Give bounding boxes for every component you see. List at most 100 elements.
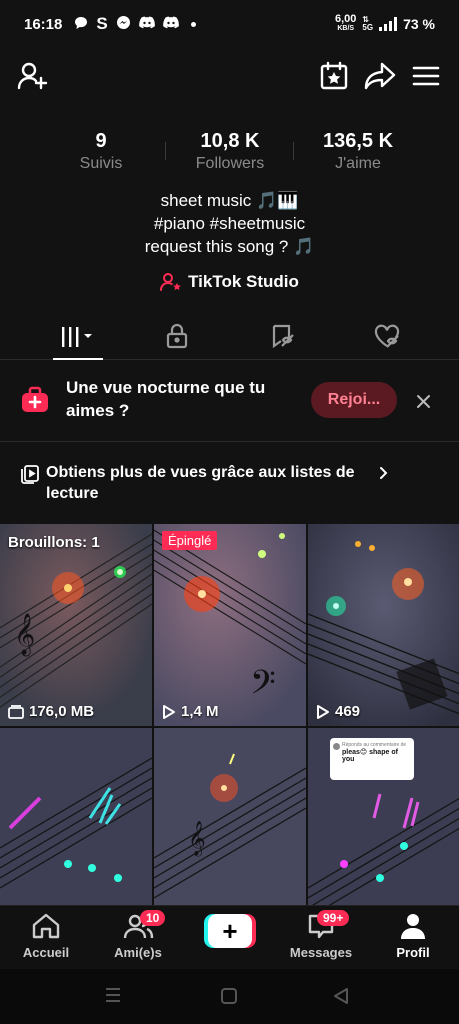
video-thumbnail[interactable]: 𝄢 Épinglé 1,4 M	[154, 524, 306, 726]
play-icon	[317, 704, 329, 719]
video-stat: 1,4 M	[162, 703, 219, 720]
net-speed-value: 6,00	[334, 13, 357, 25]
net-speed-unit: KB/S	[337, 25, 355, 32]
chevron-right-icon	[378, 466, 388, 485]
toolbox-icon	[20, 386, 50, 419]
sheet-music-thumbnail	[308, 524, 459, 726]
likes-count: 136,5 K	[322, 130, 394, 152]
profile-top-actions	[0, 56, 459, 100]
bio-line: request this song ? 🎵	[144, 237, 315, 256]
draft-icon	[8, 704, 24, 719]
svg-text:𝄞: 𝄞	[14, 613, 35, 656]
likes-stat[interactable]: 136,5 K J'aime	[288, 130, 428, 173]
sheet-music-thumbnail	[0, 728, 152, 905]
status-time: 16:18	[24, 15, 63, 33]
sheet-music-thumbnail: 𝄢	[154, 524, 306, 726]
svg-text:𝄞: 𝄞	[188, 821, 206, 857]
following-stat[interactable]: 9 Suivis	[31, 130, 171, 173]
square-home-icon	[221, 988, 237, 1004]
close-icon	[416, 394, 430, 408]
nav-profile[interactable]: Profil	[373, 912, 453, 960]
view-count: 469	[335, 703, 361, 720]
messages-badge: 99+	[317, 910, 350, 926]
tiktok-studio-link[interactable]: TikTok Studio	[0, 272, 459, 292]
network-type-label: 5G	[362, 23, 374, 32]
share-profile-button[interactable]	[360, 56, 400, 96]
tab-private[interactable]	[132, 312, 222, 359]
followers-stat[interactable]: 10,8 K Followers	[160, 130, 300, 173]
add-user-icon	[17, 62, 48, 90]
favorites-button[interactable]	[314, 56, 354, 96]
back-system-button[interactable]	[332, 987, 350, 1010]
comment-header: Réponds au commentaire de	[342, 742, 407, 748]
sheet-music-thumbnail: 𝄞	[154, 728, 306, 905]
nav-friends[interactable]: Ami(e)s 10	[98, 910, 178, 960]
recent-apps-icon	[106, 988, 120, 1002]
profile-tabs	[0, 312, 459, 360]
community-banner: Une vue nocturne que tu aimes ? Rejoi...	[0, 360, 459, 442]
profile-stats: 9 Suivis 10,8 K Followers 136,5 K J'aime	[0, 130, 459, 180]
play-icon	[163, 704, 175, 719]
chat-bubble-icon	[74, 16, 88, 33]
comment-text: pleas😊 shape of you	[342, 749, 398, 763]
tab-liked[interactable]	[342, 312, 432, 359]
bio-line: #piano #sheetmusic	[153, 214, 306, 233]
video-thumbnail[interactable]	[0, 728, 152, 905]
drafts-label: Brouillons: 1	[8, 534, 100, 551]
home-system-button[interactable]	[220, 987, 238, 1010]
net-speed: 6,00 KB/S	[334, 13, 357, 33]
bottom-nav: Accueil Ami(e)s 10 + Messages 99+ Profil	[0, 905, 459, 969]
add-friend-button[interactable]	[12, 56, 52, 96]
user-star-icon	[160, 273, 181, 291]
nav-friends-label: Ami(e)s	[114, 945, 162, 960]
pinned-badge: Épinglé	[162, 531, 218, 550]
video-stat: 176,0 MB	[8, 703, 94, 720]
sheet-music-thumbnail: 𝄞	[0, 524, 152, 726]
following-count: 9	[95, 130, 107, 152]
lock-icon	[166, 323, 188, 348]
nav-home[interactable]: Accueil	[6, 912, 86, 960]
svg-text:𝄢: 𝄢	[250, 664, 276, 710]
signal-icon	[379, 17, 398, 31]
profile-icon	[401, 914, 425, 939]
video-thumbnail[interactable]: 𝄞	[154, 728, 306, 905]
discord-icon	[138, 16, 155, 32]
video-thumbnail[interactable]: 𝄞 Brouillons: 1 176,0 MB	[0, 524, 152, 726]
close-banner-button[interactable]	[410, 388, 436, 414]
draft-size: 176,0 MB	[29, 703, 95, 720]
discord-icon-2	[162, 16, 179, 32]
video-stat: 469	[316, 703, 360, 720]
battery-level: 73 %	[403, 16, 435, 32]
recent-apps-button[interactable]	[104, 987, 122, 1008]
followers-count: 10,8 K	[200, 130, 260, 152]
video-thumbnail[interactable]: 469	[308, 524, 459, 726]
profile-bio: sheet music 🎵🎹 #piano #sheetmusic reques…	[0, 189, 459, 258]
tab-videos[interactable]	[33, 312, 123, 360]
plus-icon: +	[208, 914, 252, 948]
playlist-prompt[interactable]: Obtiens plus de vues grâce aux listes de…	[0, 452, 459, 514]
menu-button[interactable]	[406, 56, 446, 96]
network-type: ⇅ 5G	[362, 16, 373, 32]
nav-messages-label: Messages	[289, 945, 353, 960]
share-arrow-icon	[364, 62, 396, 90]
repost-hidden-icon	[272, 324, 294, 348]
playlist-icon	[20, 464, 40, 489]
avatar	[333, 743, 340, 750]
status-bar: 16:18 S 6,00 KB/S ⇅ 5G 73 %	[0, 0, 459, 48]
following-label: Suivis	[79, 155, 123, 172]
tiktok-studio-label: TikTok Studio	[188, 272, 299, 291]
video-thumbnail[interactable]: Réponds au commentaire de pleas😊 shape o…	[308, 728, 459, 905]
tab-reposts[interactable]	[238, 312, 328, 359]
playlist-text: Obtiens plus de vues grâce aux listes de…	[46, 464, 355, 502]
calendar-star-icon	[320, 61, 348, 90]
likes-label: J'aime	[335, 155, 381, 172]
back-triangle-icon	[334, 988, 348, 1004]
join-button[interactable]: Rejoi...	[311, 382, 397, 418]
nav-messages[interactable]: Messages 99+	[281, 910, 361, 960]
heart-hidden-icon	[374, 324, 400, 348]
nav-profile-label: Profil	[396, 945, 430, 960]
notification-dot-icon	[190, 21, 196, 27]
create-button[interactable]: +	[204, 914, 256, 948]
friends-badge: 10	[140, 910, 166, 926]
hamburger-menu-icon	[412, 66, 440, 86]
